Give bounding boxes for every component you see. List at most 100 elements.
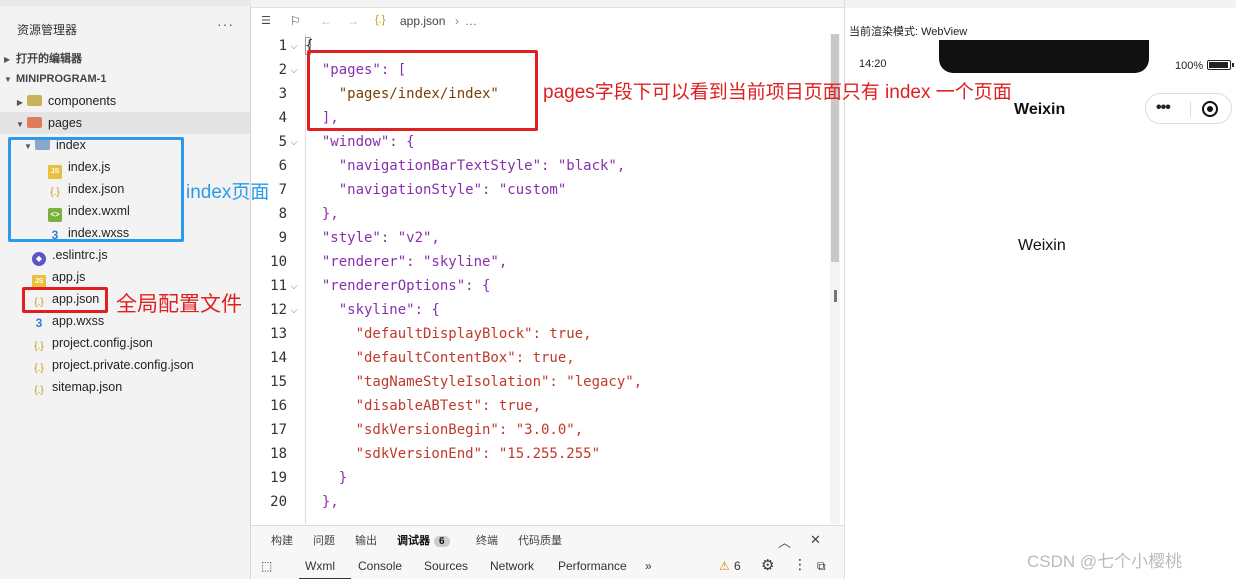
line-number: 17 — [270, 422, 287, 438]
tree-item-eslintrc[interactable]: ◆ .eslintrc.js — [32, 244, 108, 266]
nav-title: Weixin — [1014, 101, 1066, 118]
page-body-text: Weixin — [1018, 237, 1066, 254]
sidebar-toolbar — [0, 0, 251, 6]
tree-item-project-private-config[interactable]: {.} project.private.config.json — [32, 354, 193, 376]
tab-code-quality[interactable]: 代码质量 — [518, 532, 562, 548]
line-number: 19 — [270, 470, 287, 486]
line-number: 6 — [278, 158, 287, 174]
tree-item-app-wxss[interactable]: 3 app.wxss — [32, 310, 104, 332]
breadcrumb-file[interactable]: app.json — [400, 14, 445, 28]
code-line: "defaultDisplayBlock": true, — [305, 326, 592, 342]
devtools-window: 资源管理器 ··· ▶ 打开的编辑器 ▼ MINIPROGRAM-1 ▶ compon… — [0, 0, 1236, 579]
inspect-element-icon[interactable]: ⬚ — [261, 559, 272, 573]
code-line: "defaultContentBox": true, — [305, 350, 575, 366]
tree-item-project-config[interactable]: {.} project.config.json — [32, 332, 153, 354]
breadcrumb-more[interactable]: … — [465, 14, 477, 28]
devtools-tab-performance[interactable]: Performance — [558, 559, 627, 573]
vertical-scrollbar-thumb[interactable] — [831, 34, 839, 262]
code-line: "window": { — [305, 134, 415, 150]
line-number: 2 — [278, 62, 287, 78]
gear-icon[interactable]: ⚙ — [761, 556, 774, 574]
scrollbar-marker — [834, 290, 837, 302]
line-number: 3 — [278, 86, 287, 102]
index-highlight-box — [8, 137, 184, 242]
json-file-icon: {.} — [34, 363, 44, 374]
code-line: "navigationBarTextStyle": "black", — [305, 158, 626, 174]
tab-debugger-label: 调试器 — [397, 535, 430, 547]
tab-terminal[interactable]: 终端 — [476, 532, 498, 548]
devtools-tab-network[interactable]: Network — [490, 559, 534, 573]
warning-count[interactable]: 6 — [734, 559, 741, 573]
editor-tab-strip — [251, 0, 844, 8]
status-time: 14:20 — [859, 58, 887, 70]
tree-item-label: pages — [48, 116, 83, 130]
line-number: 9 — [278, 230, 287, 246]
capsule-divider — [1190, 101, 1191, 117]
line-number: 14 — [270, 350, 287, 366]
tree-item-app-js[interactable]: JS app.js — [32, 266, 86, 289]
dock-icon[interactable]: ⧉ — [817, 559, 826, 574]
tree-item-label: .eslintrc.js — [52, 248, 108, 262]
code-line: "sdkVersionEnd": "15.255.255" — [305, 446, 601, 462]
code-line: "renderer": "skyline", — [305, 254, 508, 270]
devtools-tab-sources[interactable]: Sources — [424, 559, 468, 573]
battery-icon — [1207, 60, 1234, 70]
menu-capsule[interactable]: ••• — [1145, 93, 1232, 124]
json-file-icon: {.} — [375, 14, 386, 26]
devtools-tab-console[interactable]: Console — [358, 559, 402, 573]
json-file-icon: {.} — [34, 385, 44, 396]
code-line: "skyline": { — [305, 302, 440, 318]
tree-item-sitemap[interactable]: {.} sitemap.json — [32, 376, 122, 398]
tree-item-components[interactable]: ▶ components — [13, 90, 116, 112]
code-line: "navigationStyle": "custom" — [305, 182, 567, 198]
debugger-badge: 6 — [434, 536, 450, 547]
global-config-annotation: 全局配置文件 — [116, 293, 242, 316]
close-icon[interactable]: ✕ — [810, 532, 821, 548]
tab-problems[interactable]: 问题 — [313, 532, 335, 548]
app-json-highlight-box — [22, 287, 108, 313]
fold-chevron-icon[interactable]: ⌵ — [287, 298, 301, 322]
chevron-up-icon[interactable]: ︿ — [778, 532, 791, 551]
tab-debugger[interactable]: 调试器 6 — [397, 532, 450, 548]
fold-chevron-icon[interactable]: ⌵ — [287, 130, 301, 154]
watermark: CSDN @七个小樱桃 — [1027, 552, 1183, 571]
index-annotation: index页面 — [186, 182, 270, 203]
line-number: 5 — [278, 134, 287, 150]
close-circle-icon[interactable] — [1202, 101, 1218, 117]
code-line: "tagNameStyleIsolation": "legacy", — [305, 374, 643, 390]
css-file-icon: 3 — [35, 316, 43, 330]
code-line: }, — [305, 206, 339, 222]
line-number: 11 — [270, 278, 287, 294]
line-number: 4 — [278, 110, 287, 126]
simulator-toolbar — [845, 0, 1236, 8]
more-actions-icon[interactable]: ··· — [217, 16, 234, 32]
tab-build[interactable]: 构建 — [271, 532, 293, 548]
code-line: "style": "v2", — [305, 230, 440, 246]
tree-item-pages[interactable]: ▼ pages — [0, 112, 250, 134]
fold-chevron-icon[interactable]: ⌵ — [287, 274, 301, 298]
bookmark-icon[interactable]: ⚐ — [290, 14, 301, 28]
tree-item-label: project.config.json — [52, 336, 153, 350]
forward-arrow-icon[interactable]: → — [347, 14, 359, 28]
eslint-file-icon: ◆ — [32, 252, 46, 266]
chevron-right-icon: ▶ — [16, 98, 24, 107]
battery-percent: 100% — [1175, 60, 1204, 72]
line-number: 12 — [270, 302, 287, 318]
fold-chevron-icon[interactable]: ⌵ — [287, 34, 301, 58]
breadcrumb-chevron-icon: › — [455, 14, 459, 28]
menu-icon[interactable]: ☰ — [261, 14, 271, 27]
more-tabs-icon[interactable]: » — [645, 559, 652, 573]
bottom-panel: 构建 问题 输出 调试器 6 终端 代码质量 ︿ ✕ ⬚ Wxml Console… — [251, 525, 844, 579]
fold-chevron-icon[interactable]: ⌵ — [287, 58, 301, 82]
project-section[interactable]: ▼ MINIPROGRAM-1 — [4, 73, 106, 85]
folder-icon — [27, 117, 42, 128]
more-dots-icon[interactable]: ••• — [1156, 99, 1171, 117]
line-number: 13 — [270, 326, 287, 342]
tree-item-label: app.js — [52, 270, 86, 284]
back-arrow-icon[interactable]: ← — [320, 14, 332, 28]
line-number: 8 — [278, 206, 287, 222]
open-editors-section[interactable]: ▶ 打开的编辑器 — [4, 50, 82, 66]
devtools-tab-wxml[interactable]: Wxml — [305, 559, 335, 573]
tab-output[interactable]: 输出 — [355, 532, 377, 548]
kebab-menu-icon[interactable]: ⋮ — [793, 556, 807, 573]
